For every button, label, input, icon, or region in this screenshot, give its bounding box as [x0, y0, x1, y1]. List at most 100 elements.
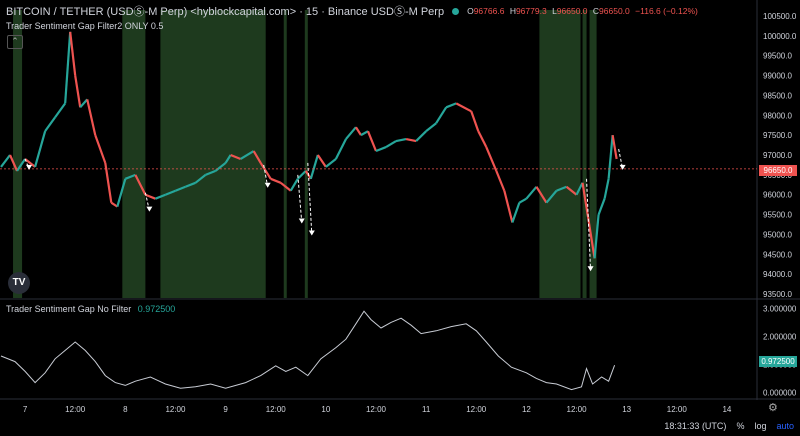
- time-tick-label: 13: [622, 405, 631, 414]
- price-tick-label: 97000.0: [763, 151, 792, 160]
- price-segment: [309, 154, 319, 180]
- price-segment: [597, 198, 606, 215]
- indicator-bottom-value: 0.972500: [137, 304, 176, 314]
- close-value: 96650.0: [599, 6, 630, 16]
- percent-toggle[interactable]: %: [736, 421, 744, 431]
- log-toggle[interactable]: log: [754, 421, 766, 431]
- time-tick-label: 12:00: [266, 405, 287, 414]
- price-tick-label: 94000.0: [763, 270, 792, 279]
- price-segment: [366, 130, 378, 152]
- low-value: 96650.0: [556, 6, 588, 16]
- time-tick-label: 14: [722, 405, 731, 414]
- price-segment: [425, 122, 437, 133]
- shaded-region: [539, 10, 581, 298]
- price-segment: [445, 102, 457, 109]
- price-segment: [603, 178, 610, 199]
- price-tick-label: 96000.0: [763, 191, 792, 200]
- price-segment: [360, 130, 369, 137]
- price-segment: [74, 75, 82, 108]
- price-segment: [405, 138, 417, 143]
- shaded-region: [283, 10, 287, 298]
- time-tick-label: 12:00: [366, 405, 387, 414]
- price-segment: [334, 138, 347, 160]
- collapse-icon[interactable]: ⌃: [7, 35, 23, 49]
- indicator-bottom-label: Trader Sentiment Gap No Filter: [6, 304, 132, 314]
- signal-arrow: [297, 174, 303, 223]
- footer-bar: 18:31:33 (UTC) % log auto: [664, 421, 794, 431]
- price-tick-label: 100500.0: [763, 12, 797, 21]
- time-tick-label: 7: [23, 405, 28, 414]
- price-tick-label: 99500.0: [763, 52, 792, 61]
- price-segment: [435, 106, 448, 124]
- price-tick-label: 98500.0: [763, 91, 792, 100]
- price-segment: [44, 116, 57, 132]
- price-segment: [495, 170, 506, 192]
- price-segment: [355, 126, 362, 136]
- price-segment: [289, 178, 299, 192]
- price-tick-label: 99000.0: [763, 72, 792, 81]
- change-value: −116.6 (−0.12%): [635, 6, 698, 16]
- high-value: 96779.3: [515, 6, 547, 16]
- price-segment: [79, 98, 89, 109]
- price-segment: [0, 154, 11, 168]
- price-tick-label: 95500.0: [763, 211, 792, 220]
- time-tick-label: 12:00: [567, 405, 588, 414]
- price-segment: [86, 99, 97, 136]
- open-value: 96766.6: [473, 6, 505, 16]
- time-tick-label: 12:00: [466, 405, 487, 414]
- clock-time[interactable]: 18:31:33 (UTC): [664, 421, 726, 431]
- price-segment: [607, 135, 614, 179]
- price-segment: [345, 126, 357, 140]
- price-segment: [415, 130, 427, 142]
- price-tick-label: 93500.0: [763, 290, 792, 299]
- time-tick-label: 12:00: [165, 405, 186, 414]
- price-tick-label: 94500.0: [763, 250, 792, 259]
- indicator-line: [0, 310, 616, 391]
- shaded-region: [582, 10, 587, 298]
- price-segment: [375, 146, 387, 153]
- price-segment: [525, 186, 538, 200]
- price-segment: [395, 138, 407, 143]
- price-segment: [297, 170, 307, 180]
- price-segment: [270, 177, 282, 184]
- price-segment: [385, 140, 397, 148]
- price-segment: [455, 102, 472, 113]
- price-tick-label: 98000.0: [763, 111, 792, 120]
- chart-canvas[interactable]: 100500.0100000.099500.099000.098500.0980…: [0, 0, 800, 436]
- signal-arrow-head: [308, 230, 315, 236]
- signal-arrow-head: [298, 218, 305, 224]
- price-segment: [316, 154, 327, 168]
- price-tick-label: 97500.0: [763, 131, 792, 140]
- price-segment: [69, 31, 77, 76]
- time-tick-label: 12: [522, 405, 531, 414]
- indicator-top-label[interactable]: Trader Sentiment Gap Filter2 ONLY 0.5: [6, 21, 163, 31]
- tradingview-logo-icon[interactable]: TV: [8, 272, 30, 294]
- price-tick-label: 95000.0: [763, 230, 792, 239]
- current-price-tag: 96650.0: [759, 165, 797, 176]
- time-tick-label: 9: [223, 405, 228, 414]
- auto-toggle[interactable]: auto: [776, 421, 794, 431]
- time-tick-label: 11: [422, 405, 431, 414]
- price-segment: [518, 197, 527, 204]
- price-segment: [54, 102, 67, 118]
- symbol-title[interactable]: BITCOIN / TETHER (USDⓈ-M Perp) <hyblockc…: [6, 3, 444, 19]
- price-segment: [611, 134, 618, 160]
- price-segment: [64, 31, 72, 104]
- price-segment: [477, 130, 488, 148]
- price-tick-label: 100000.0: [763, 32, 797, 41]
- chart-header: BITCOIN / TETHER (USDⓈ-M Perp) <hyblockc…: [6, 3, 701, 19]
- price-segment: [34, 130, 47, 168]
- market-status-icon: [452, 7, 460, 15]
- gear-icon[interactable]: ⚙: [768, 402, 780, 414]
- indicator-bottom-legend[interactable]: Trader Sentiment Gap No Filter 0.972500: [6, 304, 175, 314]
- shaded-region: [13, 10, 23, 298]
- indicator-tick-label: 0.000000: [763, 388, 797, 397]
- time-tick-label: 8: [123, 405, 128, 414]
- price-segment: [470, 110, 480, 132]
- time-tick-label: 12:00: [667, 405, 688, 414]
- signal-arrow-head: [146, 206, 153, 212]
- indicator-tick-label: 3.000000: [763, 304, 797, 313]
- ohlc-readout: O96766.6 H96779.3 L96650.0 C96650.0 −116…: [467, 6, 698, 16]
- price-segment: [94, 134, 107, 164]
- indicator-value-tag: 0.972500: [759, 356, 797, 367]
